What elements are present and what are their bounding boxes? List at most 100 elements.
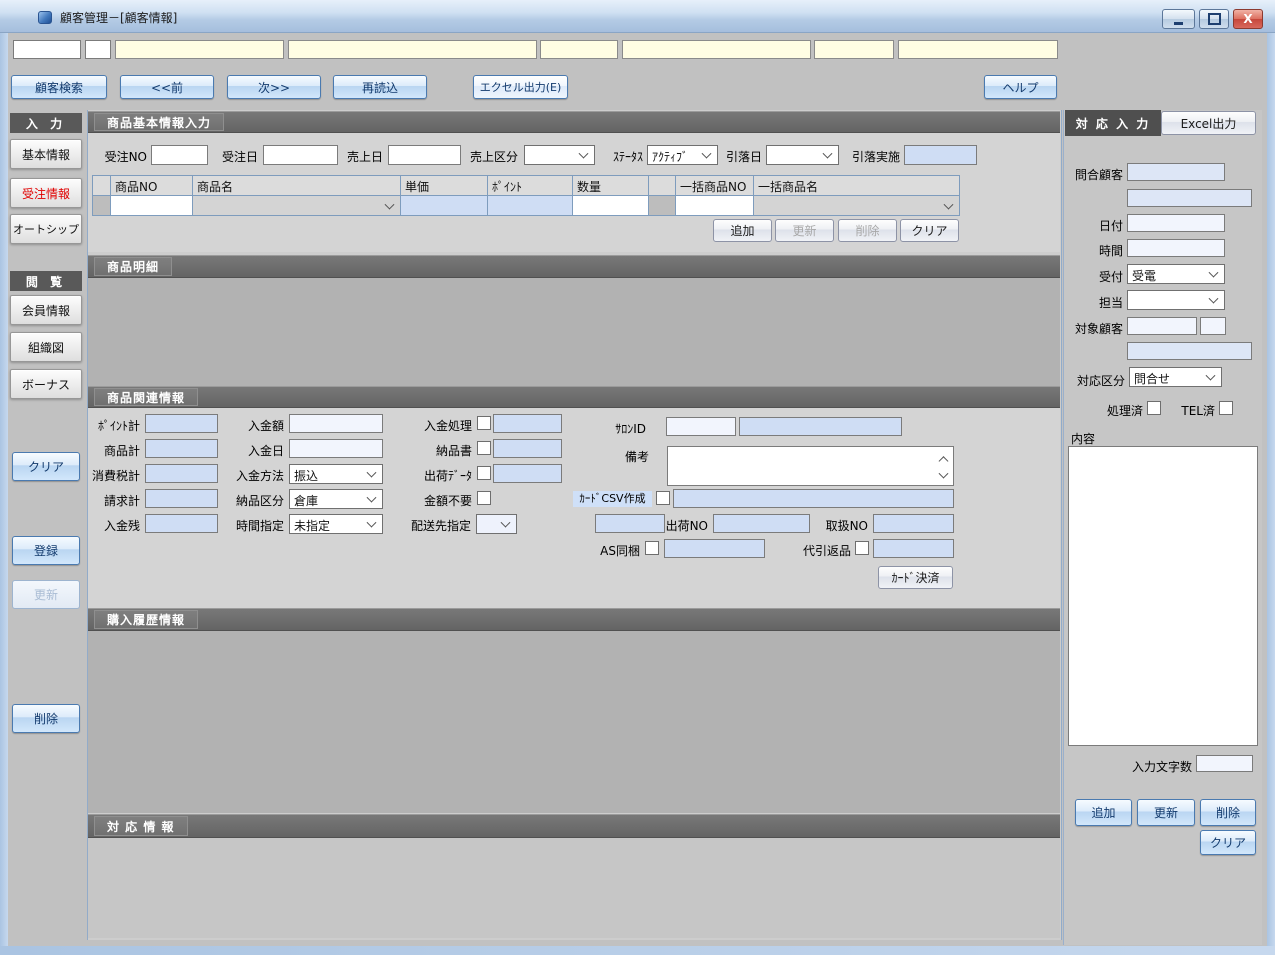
order-no-field[interactable]	[151, 145, 208, 165]
header-field-4[interactable]	[288, 40, 537, 59]
time-field[interactable]	[1127, 239, 1225, 257]
sidebar-item-member-info[interactable]: 会員情報	[10, 295, 82, 325]
as-bundle-checkbox[interactable]	[645, 541, 659, 555]
status-select[interactable]: ｱｸﾃｨﾌﾞ	[647, 145, 718, 165]
debit-date-select[interactable]	[766, 145, 839, 165]
sidebar-item-autoship[interactable]: オートシップ	[10, 214, 82, 244]
chevron-down-icon	[702, 149, 712, 159]
target-customer-field[interactable]	[1127, 317, 1197, 335]
inquiry-customer-field[interactable]	[1127, 163, 1225, 181]
maximize-button[interactable]	[1199, 9, 1229, 29]
card-settlement-button[interactable]: ｶｰﾄﾞ決済	[878, 566, 953, 589]
header-field-3[interactable]	[115, 40, 284, 59]
sidebar-delete-button[interactable]: 削除	[12, 704, 80, 733]
sidebar-item-bonus[interactable]: ボーナス	[10, 369, 82, 399]
table-cell-product-name-select[interactable]	[192, 195, 401, 216]
payment-date-field[interactable]	[289, 439, 383, 458]
processed-checkbox[interactable]	[1147, 401, 1161, 415]
reload-button[interactable]: 再読込	[333, 75, 427, 99]
sidebar-update-button[interactable]: 更新	[12, 580, 80, 609]
related-section-header: 商品関連情報	[88, 386, 1060, 408]
staff-select[interactable]	[1127, 290, 1225, 310]
shipping-data-checkbox[interactable]	[477, 466, 491, 480]
content-textarea[interactable]	[1068, 446, 1258, 746]
tax-total-label: 消費税計	[60, 467, 140, 484]
salon-id-field-2	[739, 417, 902, 436]
header-field-8[interactable]	[898, 40, 1058, 59]
detail-section-header: 商品明細	[88, 255, 1060, 278]
scroll-down-icon[interactable]	[939, 469, 949, 479]
panel-add-button[interactable]: 追加	[1075, 799, 1132, 826]
card-csv-label: ｶｰﾄﾞCSV作成	[573, 491, 652, 507]
table-header-blank	[648, 175, 676, 196]
card-csv-checkbox[interactable]	[656, 491, 670, 505]
panel-delete-button[interactable]: 削除	[1200, 799, 1256, 826]
time-spec-select[interactable]: 未指定	[289, 514, 383, 534]
sidebar-item-basic-info[interactable]: 基本情報	[10, 139, 82, 169]
next-button[interactable]: 次>>	[227, 75, 321, 99]
sidebar-item-org-chart[interactable]: 組織図	[10, 332, 82, 362]
table-cell-bulk-product-name-select[interactable]	[753, 195, 960, 216]
payment-process-checkbox[interactable]	[477, 416, 491, 430]
history-section-title: 購入履歴情報	[94, 610, 198, 629]
window-frame-right	[1267, 33, 1275, 946]
excel-export-button[interactable]: エクセル出力(E)	[473, 75, 568, 99]
product-delete-button[interactable]: 削除	[838, 219, 897, 242]
help-button[interactable]: ヘルプ	[984, 75, 1057, 99]
panel-update-button[interactable]: 更新	[1137, 799, 1195, 826]
sales-date-field[interactable]	[388, 145, 461, 165]
minimize-button[interactable]	[1162, 9, 1195, 29]
header-field-6[interactable]	[622, 40, 811, 59]
delivery-note-label: 納品書	[392, 442, 472, 459]
sidebar-register-button[interactable]: 登録	[12, 536, 80, 565]
sales-class-select[interactable]	[524, 145, 595, 165]
no-amount-checkbox[interactable]	[477, 491, 491, 505]
delivery-class-select[interactable]: 倉庫	[289, 489, 383, 509]
delivery-dest-select[interactable]	[476, 514, 517, 534]
payment-method-select[interactable]: 振込	[289, 464, 383, 484]
chevron-down-icon	[579, 149, 589, 159]
order-date-field[interactable]	[263, 145, 338, 165]
delivery-dest-label: 配送先指定	[405, 517, 471, 534]
maximize-icon	[1208, 13, 1221, 25]
customer-search-button[interactable]: 顧客検索	[11, 75, 107, 99]
table-cell-rowselect[interactable]	[92, 195, 111, 216]
order-section-header: 商品基本情報入力	[88, 111, 1060, 133]
response-class-select[interactable]: 問合せ	[1129, 367, 1222, 387]
panel-excel-button[interactable]: Excel出力	[1161, 111, 1256, 135]
delivery-note-field	[493, 439, 562, 458]
cod-return-checkbox[interactable]	[855, 541, 869, 555]
header-field-5[interactable]	[540, 40, 618, 59]
delivery-note-checkbox[interactable]	[477, 441, 491, 455]
app-icon	[38, 11, 52, 24]
product-update-button[interactable]: 更新	[775, 219, 834, 242]
scroll-up-icon[interactable]	[939, 456, 949, 466]
processed-label: 処理済	[1097, 402, 1143, 419]
point-total-label: ﾎﾟｲﾝﾄ計	[60, 417, 140, 434]
header-field-2[interactable]	[85, 40, 111, 59]
remarks-textarea[interactable]	[667, 446, 954, 486]
tel-done-checkbox[interactable]	[1219, 401, 1233, 415]
header-field-7[interactable]	[814, 40, 894, 59]
payment-amount-field[interactable]	[289, 414, 383, 433]
sidebar-item-order-info[interactable]: 受注情報	[10, 178, 82, 208]
remarks-label: 備考	[589, 448, 649, 465]
header-field-1[interactable]	[13, 40, 81, 59]
time-spec-label: 時間指定	[204, 517, 284, 534]
shipping-data-label: 出荷ﾃﾞｰﾀ	[392, 467, 472, 484]
prev-button[interactable]: <<前	[120, 75, 214, 99]
reception-select[interactable]: 受電	[1127, 264, 1225, 284]
related-section-title: 商品関連情報	[94, 388, 198, 406]
table-cell-quantity[interactable]	[572, 195, 649, 216]
target-customer-sub-field[interactable]	[1200, 317, 1226, 335]
table-cell-bulk-product-no[interactable]	[675, 195, 754, 216]
table-cell-unit-price	[400, 195, 488, 216]
payment-amount-label: 入金額	[204, 417, 284, 434]
product-add-button[interactable]: 追加	[713, 219, 772, 242]
close-button[interactable]: X	[1233, 9, 1263, 29]
table-cell-product-no[interactable]	[110, 195, 193, 216]
panel-clear-button[interactable]: クリア	[1200, 830, 1256, 855]
salon-id-field-1[interactable]	[666, 417, 736, 436]
product-clear-button[interactable]: クリア	[900, 219, 959, 242]
date-field[interactable]	[1127, 214, 1225, 232]
